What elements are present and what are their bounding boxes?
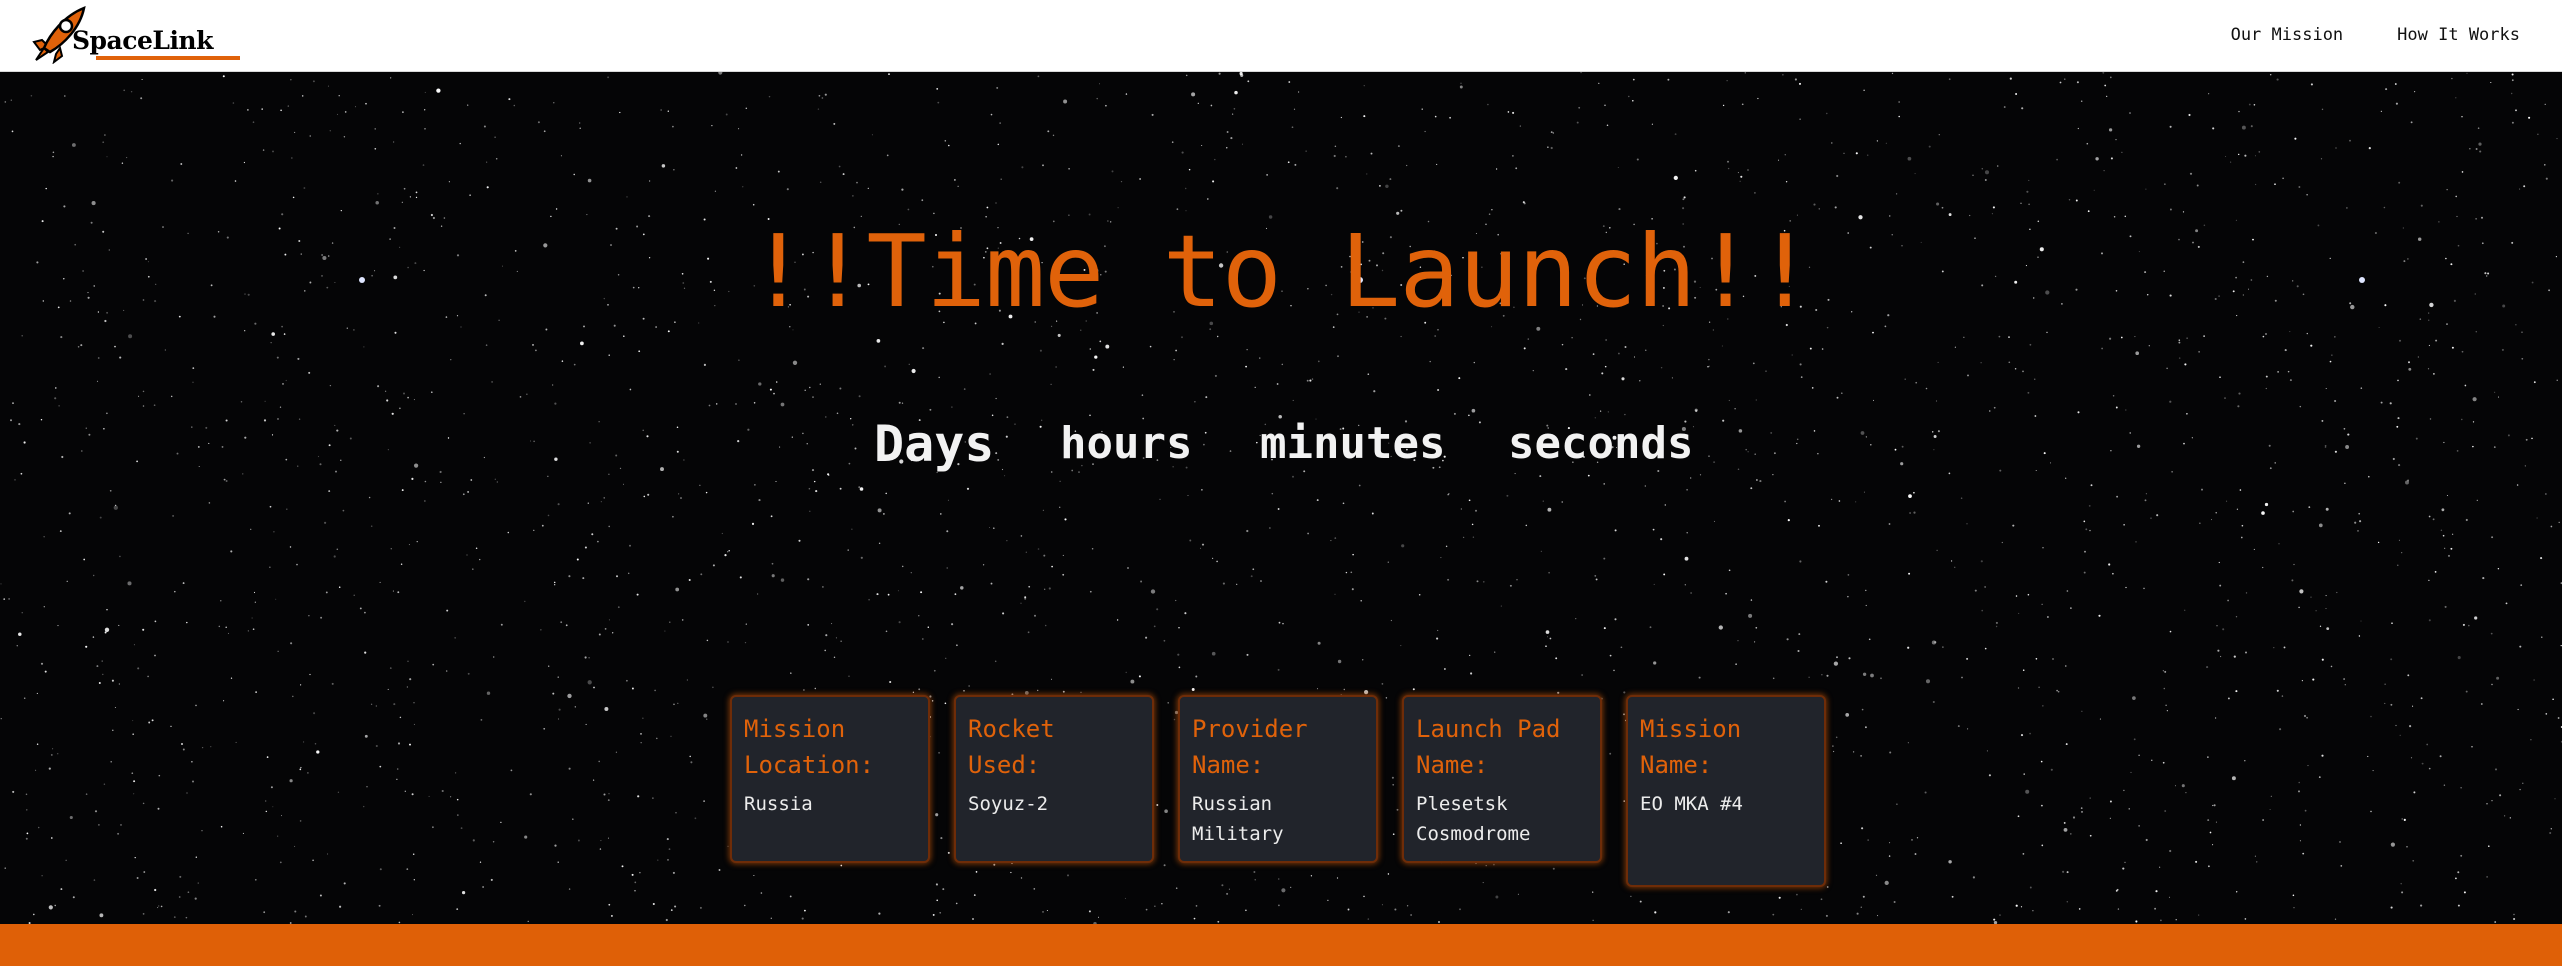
hero-section: !!Time to Launch!! Days hours minutes se… <box>0 72 2562 924</box>
nav-link-how-it-works[interactable]: How It Works <box>2397 24 2520 46</box>
brand-underline <box>96 56 240 60</box>
card-value: Russia <box>744 793 813 815</box>
card-value: EO MKA #4 <box>1640 793 1743 815</box>
countdown-minutes: minutes <box>1260 418 1446 469</box>
card-label: Mission Location: <box>744 715 875 779</box>
brand-name: SpaceLink <box>72 26 213 55</box>
card-label: Mission Name: <box>1640 715 1742 779</box>
nav-link-our-mission[interactable]: Our Mission <box>2231 24 2344 46</box>
countdown-seconds: seconds <box>1508 418 1694 469</box>
page-title: !!Time to Launch!! <box>748 213 1815 330</box>
top-navbar: SpaceLink Our Mission How It Works <box>0 0 2562 72</box>
info-card-rocket-used: Rocket Used: Soyuz-2 <box>954 695 1154 863</box>
info-card-launch-pad-name: Launch Pad Name: Plesetsk Cosmodrome <box>1402 695 1602 863</box>
countdown-hours: hours <box>1060 418 1193 469</box>
info-card-provider-name: Provider Name: Russian Military <box>1178 695 1378 863</box>
card-value: Russian Military <box>1192 793 1284 845</box>
card-value: Plesetsk Cosmodrome <box>1416 793 1531 845</box>
card-label: Launch Pad Name: <box>1416 715 1561 779</box>
countdown-days: Days <box>874 415 995 473</box>
card-label: Provider Name: <box>1192 715 1308 779</box>
info-card-mission-location: Mission Location: Russia <box>730 695 930 863</box>
countdown: Days hours minutes seconds <box>0 414 2562 474</box>
main-nav: Our Mission How It Works <box>2231 24 2520 46</box>
footer-bar <box>0 924 2562 966</box>
info-card-mission-name: Mission Name: EO MKA #4 <box>1626 695 1826 887</box>
card-label: Rocket Used: <box>968 715 1055 779</box>
card-value: Soyuz-2 <box>968 793 1049 815</box>
brand-logo[interactable]: SpaceLink <box>30 4 240 64</box>
